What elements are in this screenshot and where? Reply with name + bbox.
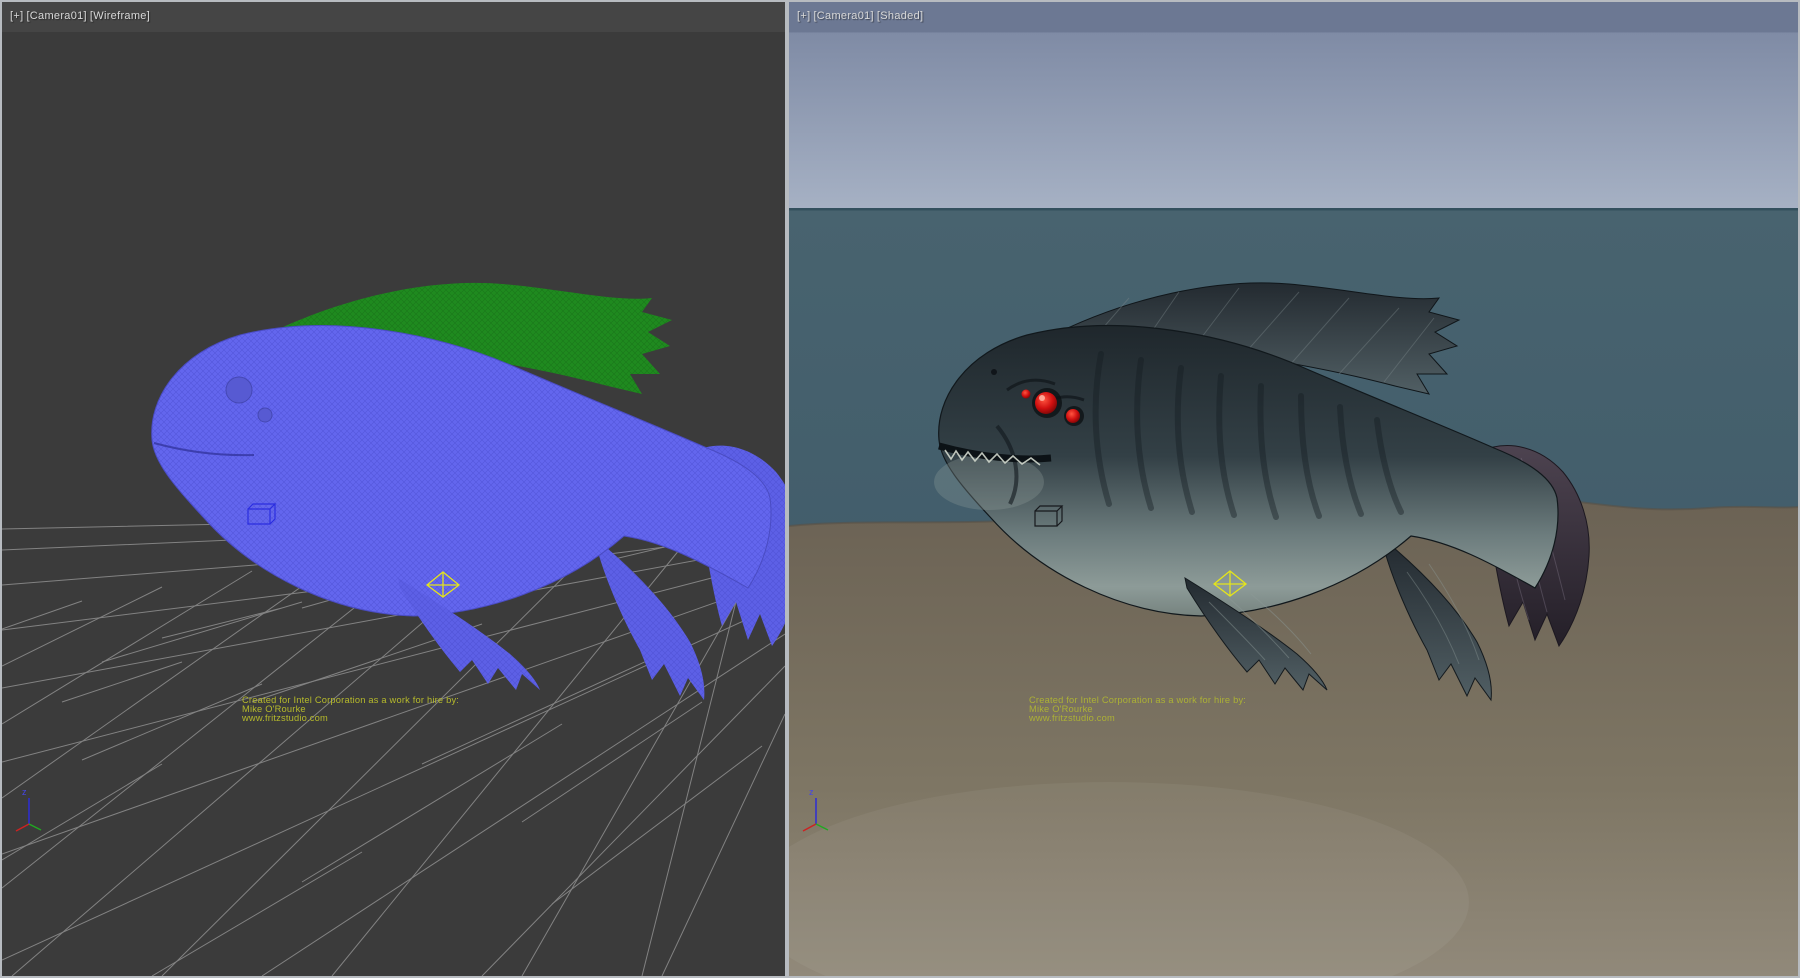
shaded-scene-canvas[interactable]: [789, 2, 1798, 976]
viewport-shading-label[interactable]: [Wireframe]: [90, 10, 150, 22]
eye-red-small: [1022, 390, 1031, 399]
watermark-line-3: www.fritzstudio.com: [242, 714, 459, 723]
sky: [789, 2, 1798, 209]
viewport-pov-label[interactable]: [Camera01]: [26, 10, 86, 22]
viewport-menu-button[interactable]: [+]: [797, 10, 810, 22]
viewport-label: [+] [Camera01] [Shaded]: [797, 10, 923, 22]
watermark-text: Created for Intel Corporation as a work …: [1029, 696, 1246, 723]
horizon-line: [789, 208, 1798, 211]
viewport-label: [+] [Camera01] [Wireframe]: [10, 10, 150, 22]
viewport-menu-button[interactable]: [+]: [10, 10, 23, 22]
eye-red-medium: [1066, 409, 1080, 423]
eye-highlight: [1039, 395, 1045, 401]
viewport-pov-label[interactable]: [Camera01]: [813, 10, 873, 22]
watermark-text: Created for Intel Corporation as a work …: [242, 696, 459, 723]
eye: [226, 377, 252, 403]
viewport-shading-label[interactable]: [Shaded]: [877, 10, 923, 22]
watermark-line-3: www.fritzstudio.com: [1029, 714, 1246, 723]
viewport-layout: [+] [Camera01] [Wireframe] Created for I…: [0, 0, 1800, 978]
nostril: [991, 369, 997, 375]
viewport-shaded[interactable]: [+] [Camera01] [Shaded] Created for Inte…: [789, 2, 1798, 976]
eye-red-large: [1035, 392, 1057, 414]
wireframe-scene-canvas[interactable]: [2, 2, 785, 976]
viewport-wireframe[interactable]: [+] [Camera01] [Wireframe] Created for I…: [2, 2, 785, 976]
eye-small: [258, 408, 272, 422]
